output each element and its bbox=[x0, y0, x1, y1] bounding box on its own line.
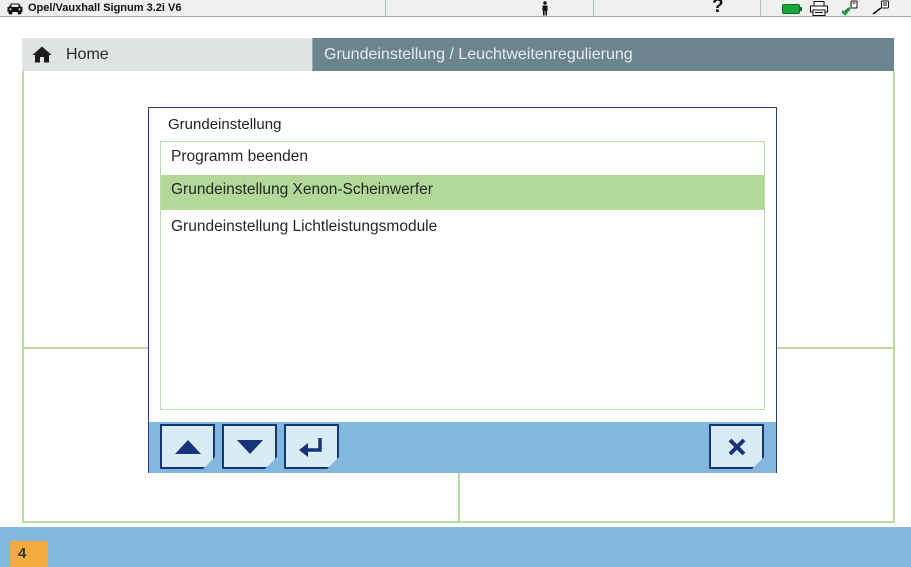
battery-icon bbox=[782, 4, 802, 14]
status-divider bbox=[760, 0, 761, 17]
dialog-title: Grundeinstellung bbox=[168, 116, 282, 133]
move-down-button[interactable] bbox=[222, 424, 277, 469]
basic-setting-dialog: Grundeinstellung Programm beenden Grunde… bbox=[148, 107, 777, 473]
home-label: Home bbox=[66, 46, 109, 63]
help-icon[interactable]: ? bbox=[712, 0, 724, 17]
status-bar: Opel/Vauxhall Signum 3.2i V6 ? bbox=[0, 0, 911, 17]
enter-icon bbox=[298, 437, 322, 457]
list-item-lichtleistungsmodule[interactable]: Grundeinstellung Lichtleistungsmodule bbox=[161, 212, 764, 247]
list-item-xenon-scheinwerfer[interactable]: Grundeinstellung Xenon-Scheinwerfer bbox=[161, 175, 764, 210]
person-icon[interactable] bbox=[541, 1, 549, 16]
navigation-bar: Home Grundeinstellung / Leuchtweitenregu… bbox=[22, 38, 894, 71]
status-divider bbox=[593, 0, 594, 17]
status-divider bbox=[385, 0, 386, 17]
dialog-button-bar bbox=[149, 422, 776, 473]
page-number-badge: 4 bbox=[10, 541, 48, 567]
close-icon bbox=[728, 438, 745, 455]
car-icon bbox=[7, 3, 23, 15]
enter-button[interactable] bbox=[284, 424, 339, 469]
breadcrumb: Grundeinstellung / Leuchtweitenregulieru… bbox=[312, 38, 894, 71]
connector-icon[interactable] bbox=[872, 0, 890, 16]
vehicle-title: Opel/Vauxhall Signum 3.2i V6 bbox=[28, 2, 182, 14]
down-arrow-icon bbox=[236, 439, 263, 454]
move-up-button[interactable] bbox=[160, 424, 215, 469]
printer-icon[interactable] bbox=[810, 1, 828, 16]
bottom-bar bbox=[0, 527, 911, 567]
home-icon bbox=[32, 46, 52, 63]
breadcrumb-label: Grundeinstellung / Leuchtweitenregulieru… bbox=[324, 46, 633, 63]
close-button[interactable] bbox=[709, 424, 764, 469]
up-arrow-icon bbox=[174, 439, 201, 454]
list-item-programm-beenden[interactable]: Programm beenden bbox=[161, 142, 764, 177]
home-button[interactable]: Home bbox=[22, 38, 312, 71]
connector-ok-icon[interactable] bbox=[842, 0, 860, 16]
menu-list: Programm beenden Grundeinstellung Xenon-… bbox=[160, 141, 765, 410]
